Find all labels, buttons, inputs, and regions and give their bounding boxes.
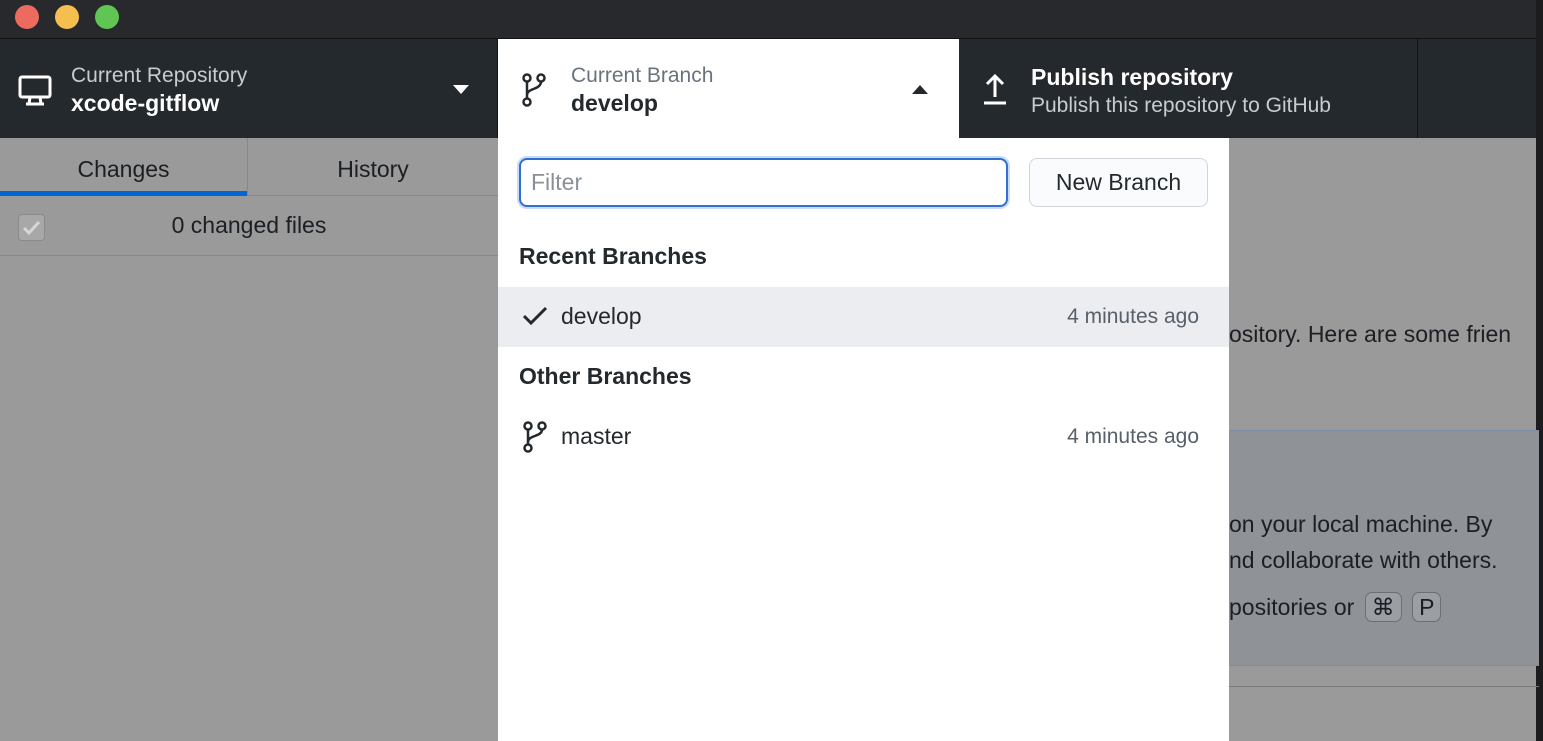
branch-item-develop[interactable]: develop 4 minutes ago (498, 287, 1229, 347)
branch-item-time: 4 minutes ago (1067, 305, 1199, 328)
git-branch-icon (522, 73, 546, 107)
branch-name: develop (571, 90, 658, 116)
branch-item-master[interactable]: master 4 minutes ago (498, 407, 1229, 467)
card-text-line1: on your local machine. By (1229, 511, 1493, 537)
branch-filter-input[interactable] (519, 158, 1008, 207)
current-repository-button[interactable]: Current Repository xcode-gitflow (0, 39, 498, 139)
upload-icon (984, 73, 1006, 105)
tab-changes-label: Changes (77, 156, 170, 182)
triangle-down-icon (453, 85, 469, 94)
checkmark-icon (522, 306, 548, 326)
tab-history[interactable]: History (248, 138, 498, 196)
window-close-button[interactable] (15, 5, 39, 29)
new-branch-button[interactable]: New Branch (1029, 158, 1208, 207)
window-maximize-button[interactable] (95, 5, 119, 29)
triangle-up-icon (912, 85, 928, 94)
publish-subtitle: Publish this repository to GitHub (1031, 94, 1331, 117)
publish-repository-button[interactable]: Publish repository Publish this reposito… (959, 39, 1418, 139)
content-divider (1229, 686, 1539, 687)
changed-files-count: 0 changed files (171, 212, 327, 238)
publish-title: Publish repository (1031, 64, 1233, 90)
card-text-line3-text: positories or (1229, 594, 1355, 620)
command-key: ⌘ (1364, 592, 1402, 622)
current-branch-button[interactable]: Current Branch develop (498, 39, 959, 139)
repository-name: xcode-gitflow (71, 90, 220, 116)
git-branch-icon (523, 421, 547, 453)
card-text-line3: positories or ⌘ P (1229, 592, 1442, 622)
p-key: P (1412, 592, 1442, 622)
changed-files-header: 0 changed files (0, 196, 498, 256)
current-repository-label: Current Repository (71, 64, 248, 87)
tab-history-label: History (337, 156, 409, 182)
welcome-text: ository. Here are some frien (1229, 321, 1512, 347)
card-text-line2: nd collaborate with others. (1229, 547, 1498, 573)
computer-icon (18, 75, 52, 106)
window-minimize-button[interactable] (55, 5, 79, 29)
sidebar: Changes History 0 changed files (0, 138, 498, 741)
title-bar (0, 0, 1536, 38)
branch-item-time: 4 minutes ago (1067, 425, 1199, 448)
tab-changes[interactable]: Changes (0, 138, 248, 196)
recent-branches-header: Recent Branches (519, 243, 707, 269)
current-branch-label: Current Branch (571, 64, 714, 87)
branch-item-name: master (561, 423, 632, 449)
branch-dropdown: New Branch Recent Branches develop 4 min… (498, 138, 1229, 741)
branch-item-name: develop (561, 303, 642, 329)
other-branches-header: Other Branches (519, 363, 692, 389)
toolbar: Current Repository xcode-gitflow Current… (0, 38, 1536, 139)
